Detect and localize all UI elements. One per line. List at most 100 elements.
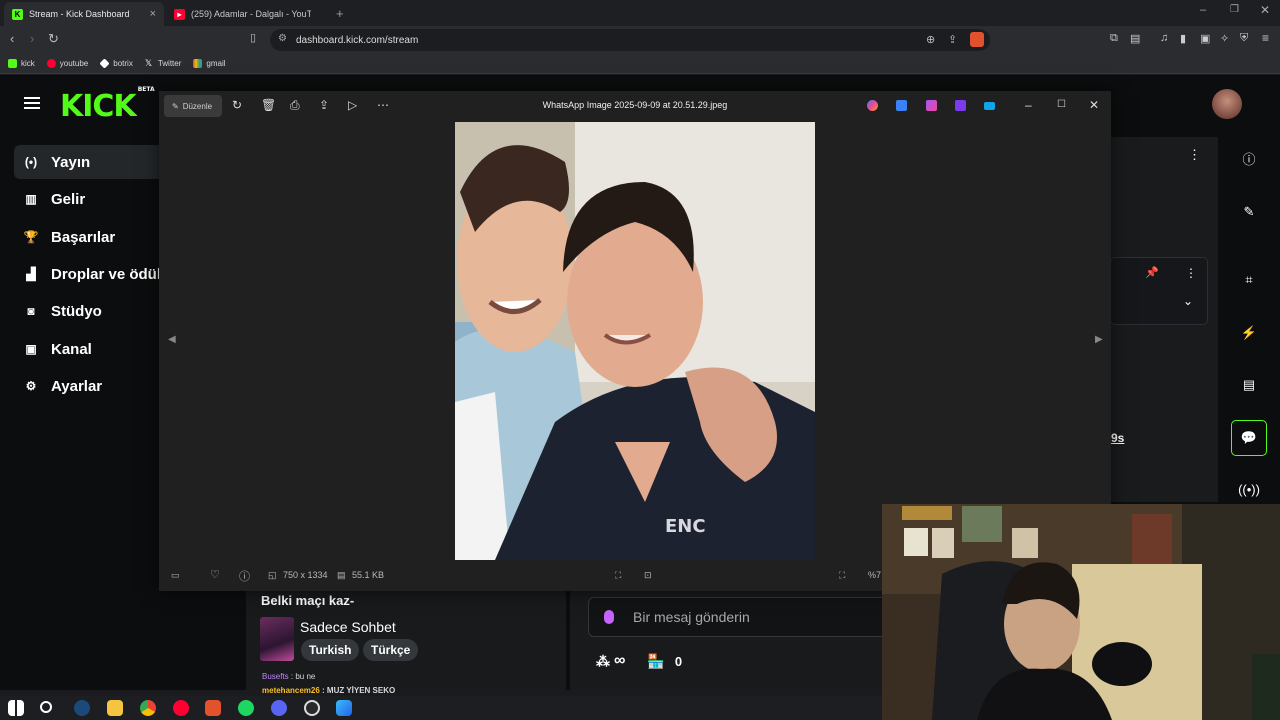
sidebar-item-ayarlar[interactable]: ⚙ Ayarlar xyxy=(14,369,164,403)
sidebar-toggle-icon[interactable]: ▮ xyxy=(1180,32,1186,45)
chat-message: Busefts : bu ne xyxy=(262,672,316,681)
onedrive-icon[interactable] xyxy=(984,102,995,110)
brave-browser-icon[interactable] xyxy=(205,700,221,716)
photos-app-icon[interactable] xyxy=(336,700,352,716)
microphone-icon[interactable] xyxy=(604,610,614,624)
sidebar-item-basarilar[interactable]: 🏆 Başarılar xyxy=(14,220,164,254)
share-icon[interactable]: ⇪ xyxy=(948,33,957,46)
sidebar-item-droplar[interactable]: ▟ Droplar ve ödül xyxy=(14,257,164,291)
kick-logo[interactable]: KICK BETA xyxy=(60,86,155,124)
chrome-icon[interactable] xyxy=(140,700,156,716)
tag-turkish[interactable]: Turkish xyxy=(301,639,360,661)
category-thumbnail[interactable] xyxy=(260,617,294,661)
close-tab-icon[interactable]: × xyxy=(150,8,156,20)
discord-icon[interactable] xyxy=(271,700,287,716)
copilot-icon[interactable] xyxy=(867,100,878,111)
store-icon[interactable]: 🏪 xyxy=(647,653,664,670)
video-editor-icon[interactable] xyxy=(955,100,966,111)
pin-icon[interactable]: 📌 xyxy=(1145,266,1159,279)
brave-shield-icon[interactable] xyxy=(970,32,984,47)
zoom-icon[interactable]: ⊕ xyxy=(926,33,935,46)
notes-icon[interactable]: ▤ xyxy=(1238,374,1260,396)
wallet-icon[interactable]: ▤ xyxy=(1130,32,1140,45)
reload-icon[interactable]: ↻ xyxy=(48,31,59,47)
chevron-down-icon[interactable]: ⌄ xyxy=(1183,294,1193,308)
file-name: WhatsApp Image 2025-09-09 at 20.51.29.jp… xyxy=(542,100,728,110)
bookmark-page-icon[interactable]: ▯ xyxy=(250,31,256,44)
displayed-photo: ENC xyxy=(455,122,815,560)
minimize-icon[interactable]: – xyxy=(1025,98,1032,112)
actual-size-icon[interactable]: ⊡ xyxy=(644,570,652,581)
bookmark-kick[interactable]: kick xyxy=(8,59,35,68)
sidebar-item-gelir[interactable]: ▥ Gelir xyxy=(14,182,164,216)
vpn-icon[interactable]: ⛨ xyxy=(1240,32,1248,45)
chat-message-input[interactable]: Bir mesaj gönderin xyxy=(588,597,888,637)
spotify-icon[interactable] xyxy=(238,700,254,716)
restore-window-icon[interactable]: ❐ xyxy=(1230,4,1239,15)
browser-tab-bar: K Stream - Kick Dashboard × ▸ (259) Adam… xyxy=(0,0,1280,26)
menu-icon[interactable]: ≡ xyxy=(1262,31,1269,45)
extensions-icon[interactable]: ⧉ xyxy=(1110,32,1118,45)
svg-text:ENC: ENC xyxy=(665,516,706,537)
lightning-icon[interactable]: ⚡ xyxy=(1238,322,1260,344)
broadcast-signal-icon[interactable]: ((•)) xyxy=(1238,479,1260,501)
bookmark-botrix[interactable]: botrix xyxy=(99,58,133,69)
bookmark-twitter[interactable]: 𝕏 Twitter xyxy=(145,59,182,69)
category-name[interactable]: Sadece Sohbet xyxy=(300,619,396,635)
forward-icon[interactable]: › xyxy=(30,31,34,46)
bookmark-youtube[interactable]: youtube xyxy=(46,59,88,68)
clipchamp-icon[interactable] xyxy=(926,100,937,111)
brave-wallet-icon[interactable]: ▣ xyxy=(1200,32,1210,45)
kick-favicon-icon: K xyxy=(12,8,23,20)
zoom-level[interactable]: %7 xyxy=(868,570,881,580)
new-tab-icon[interactable]: + xyxy=(336,6,344,21)
hamburger-menu-icon[interactable] xyxy=(24,97,40,109)
more-options-icon[interactable]: ⋮ xyxy=(1188,147,1201,163)
youtube-favicon-icon: ▸ xyxy=(174,8,185,20)
tab-youtube[interactable]: ▸ (259) Adamlar - Dalgalı - YouTube xyxy=(166,2,328,26)
fit-to-window-icon[interactable]: ⛶ xyxy=(615,570,621,581)
windows-taskbar xyxy=(0,696,882,720)
chat-bubble-icon[interactable]: 💬 xyxy=(1231,420,1267,456)
file-info-icon[interactable]: ⓘ xyxy=(239,568,250,584)
tab-kick-dashboard[interactable]: K Stream - Kick Dashboard × xyxy=(4,2,164,26)
clip-capture-icon[interactable]: ⌗ xyxy=(1238,269,1260,291)
sidebar-item-yayin[interactable]: (•) Yayın xyxy=(14,145,164,179)
favorite-heart-icon[interactable]: ♡ xyxy=(210,568,220,581)
broadcast-icon: (•) xyxy=(24,155,38,169)
stream-title[interactable]: Belki maçı kaz- xyxy=(261,593,354,608)
steam-icon[interactable] xyxy=(74,700,90,716)
site-info-icon[interactable]: ⚙ xyxy=(278,33,287,44)
drops-icon: ▟ xyxy=(26,267,36,281)
leo-ai-icon[interactable]: ✧ xyxy=(1220,32,1229,45)
url-field[interactable]: ⚙ dashboard.kick.com/stream ⊕ ⇪ xyxy=(270,29,990,51)
filmstrip-icon[interactable]: ▭ xyxy=(171,570,180,581)
back-icon[interactable]: ‹ xyxy=(10,31,14,46)
user-avatar[interactable] xyxy=(1212,89,1242,119)
minimize-window-icon[interactable]: – xyxy=(1200,4,1206,16)
previous-image-icon[interactable]: ◀ xyxy=(168,334,176,345)
search-icon[interactable] xyxy=(40,701,52,713)
info-icon[interactable]: ⓘ xyxy=(1238,149,1260,171)
windows-start-icon[interactable] xyxy=(8,700,24,716)
fullscreen-icon[interactable]: ⛶ xyxy=(839,570,845,581)
tag-turkce[interactable]: Türkçe xyxy=(363,639,419,661)
youtube-music-icon[interactable] xyxy=(173,700,189,716)
maximize-icon[interactable]: ☐ xyxy=(1057,99,1066,110)
file-explorer-icon[interactable] xyxy=(107,700,123,716)
designer-icon[interactable] xyxy=(896,100,907,111)
next-image-icon[interactable]: ▶ xyxy=(1095,334,1103,345)
sidebar-item-kanal[interactable]: ▣ Kanal xyxy=(14,332,164,366)
youtube-icon xyxy=(46,59,56,68)
partial-link-text[interactable]: 9s xyxy=(1111,431,1124,445)
close-icon[interactable]: ✕ xyxy=(1089,98,1099,112)
card-options-icon[interactable]: ⋮ xyxy=(1185,266,1197,280)
file-size-icon: ▤ xyxy=(337,570,346,580)
close-window-icon[interactable]: ✕ xyxy=(1260,3,1270,17)
sidebar-item-studyo[interactable]: ◙ Stüdyo xyxy=(14,294,164,328)
edit-pencil-icon[interactable]: ✎ xyxy=(1238,201,1260,223)
channel-icon: ▣ xyxy=(25,342,37,356)
obs-icon[interactable] xyxy=(304,700,320,716)
media-icon[interactable]: ♫ xyxy=(1160,32,1168,44)
bookmark-gmail[interactable]: gmail xyxy=(193,59,226,68)
